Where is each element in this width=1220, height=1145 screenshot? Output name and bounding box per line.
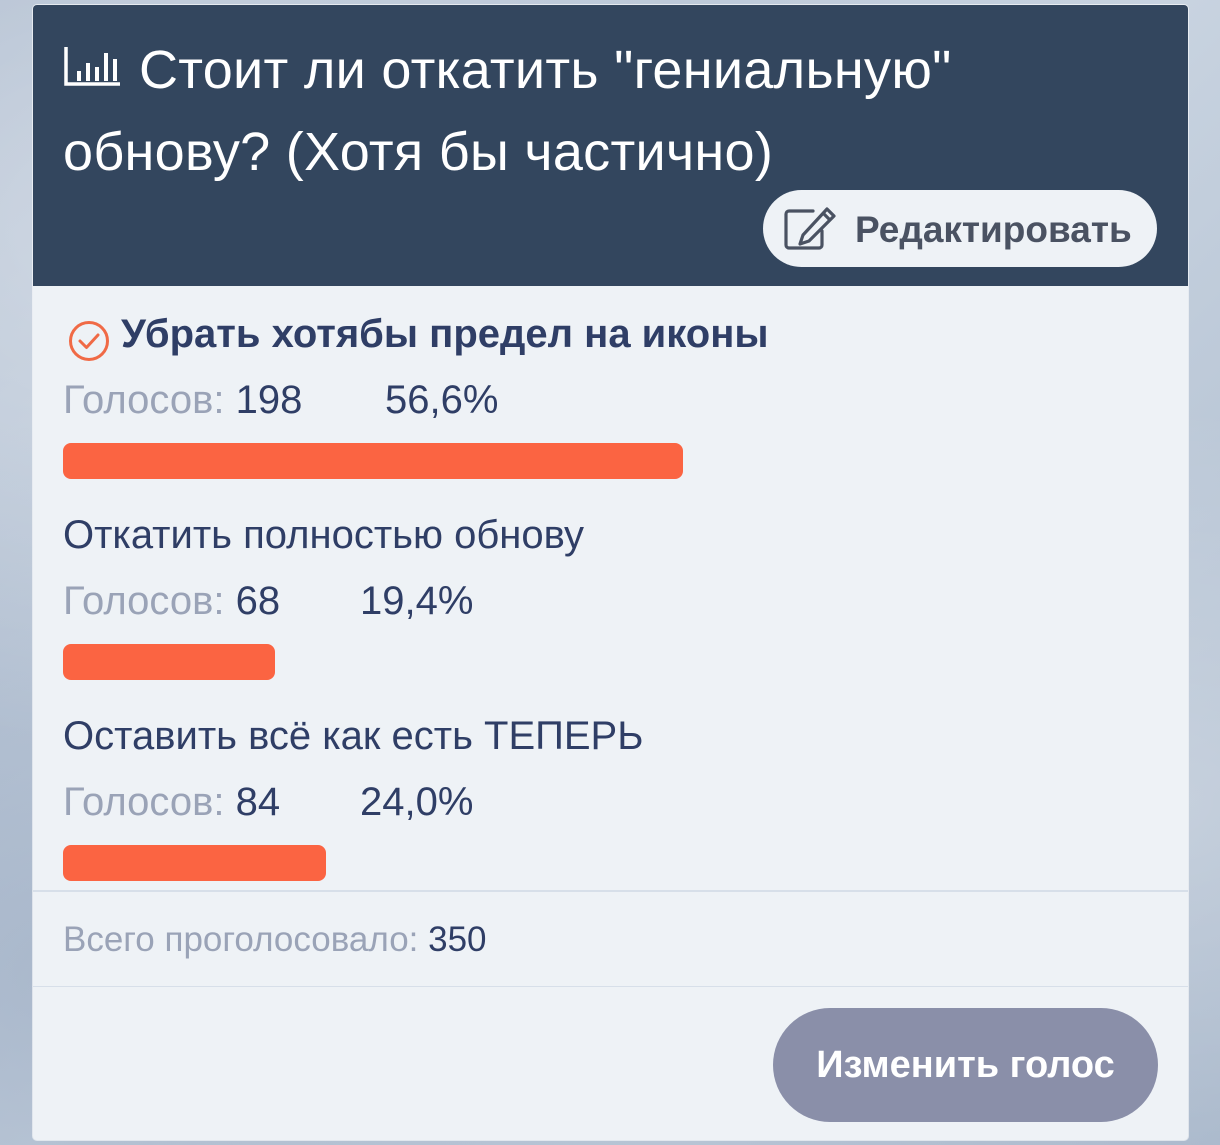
total-votes-value: 350: [428, 920, 487, 959]
votes-label: Голосов:: [63, 780, 225, 824]
poll-title: Стоит ли откатить "гениальную" обнову? (…: [63, 40, 952, 182]
vote-bar-fill: [63, 443, 683, 479]
divider: [33, 890, 1188, 892]
edit-pencil-icon: [784, 207, 836, 250]
option-votes: Голосов: 84 24,0%: [63, 780, 473, 825]
edit-button-label: Редактировать: [855, 209, 1132, 250]
change-vote-button[interactable]: Изменить голос: [773, 1008, 1158, 1122]
vote-bar: [63, 644, 1158, 680]
vote-bar-fill: [63, 845, 326, 881]
vote-bar: [63, 845, 1158, 881]
option-votes: Голосов: 198 56,6%: [63, 378, 498, 423]
option-label: Откатить полностью обнову: [63, 513, 584, 557]
votes-percent: 56,6%: [385, 378, 499, 422]
divider: [33, 986, 1188, 987]
vote-bar: [63, 443, 1158, 479]
votes-percent: 24,0%: [360, 780, 474, 824]
votes-percent: 19,4%: [360, 579, 474, 623]
votes-label: Голосов:: [63, 378, 225, 422]
total-votes-label: Всего проголосовало:: [63, 920, 419, 959]
votes-label: Голосов:: [63, 579, 225, 623]
option-label: Оставить всё как есть ТЕПЕРЬ: [63, 714, 644, 758]
vote-bar-fill: [63, 644, 276, 680]
votes-count: 68: [235, 579, 281, 623]
poll-card: Стоит ли откатить "гениальную" обнову? (…: [33, 5, 1188, 1140]
edit-button[interactable]: Редактировать: [763, 190, 1157, 267]
option-label: Убрать хотябы предел на иконы: [121, 312, 769, 356]
votes-count: 198: [235, 378, 303, 422]
option-votes: Голосов: 68 19,4%: [63, 579, 473, 624]
check-circle-icon: [69, 321, 109, 361]
votes-count: 84: [235, 780, 281, 824]
total-votes: Всего проголосовало: 350: [63, 920, 487, 960]
poll-header: Стоит ли откатить "гениальную" обнову? (…: [33, 5, 1188, 286]
